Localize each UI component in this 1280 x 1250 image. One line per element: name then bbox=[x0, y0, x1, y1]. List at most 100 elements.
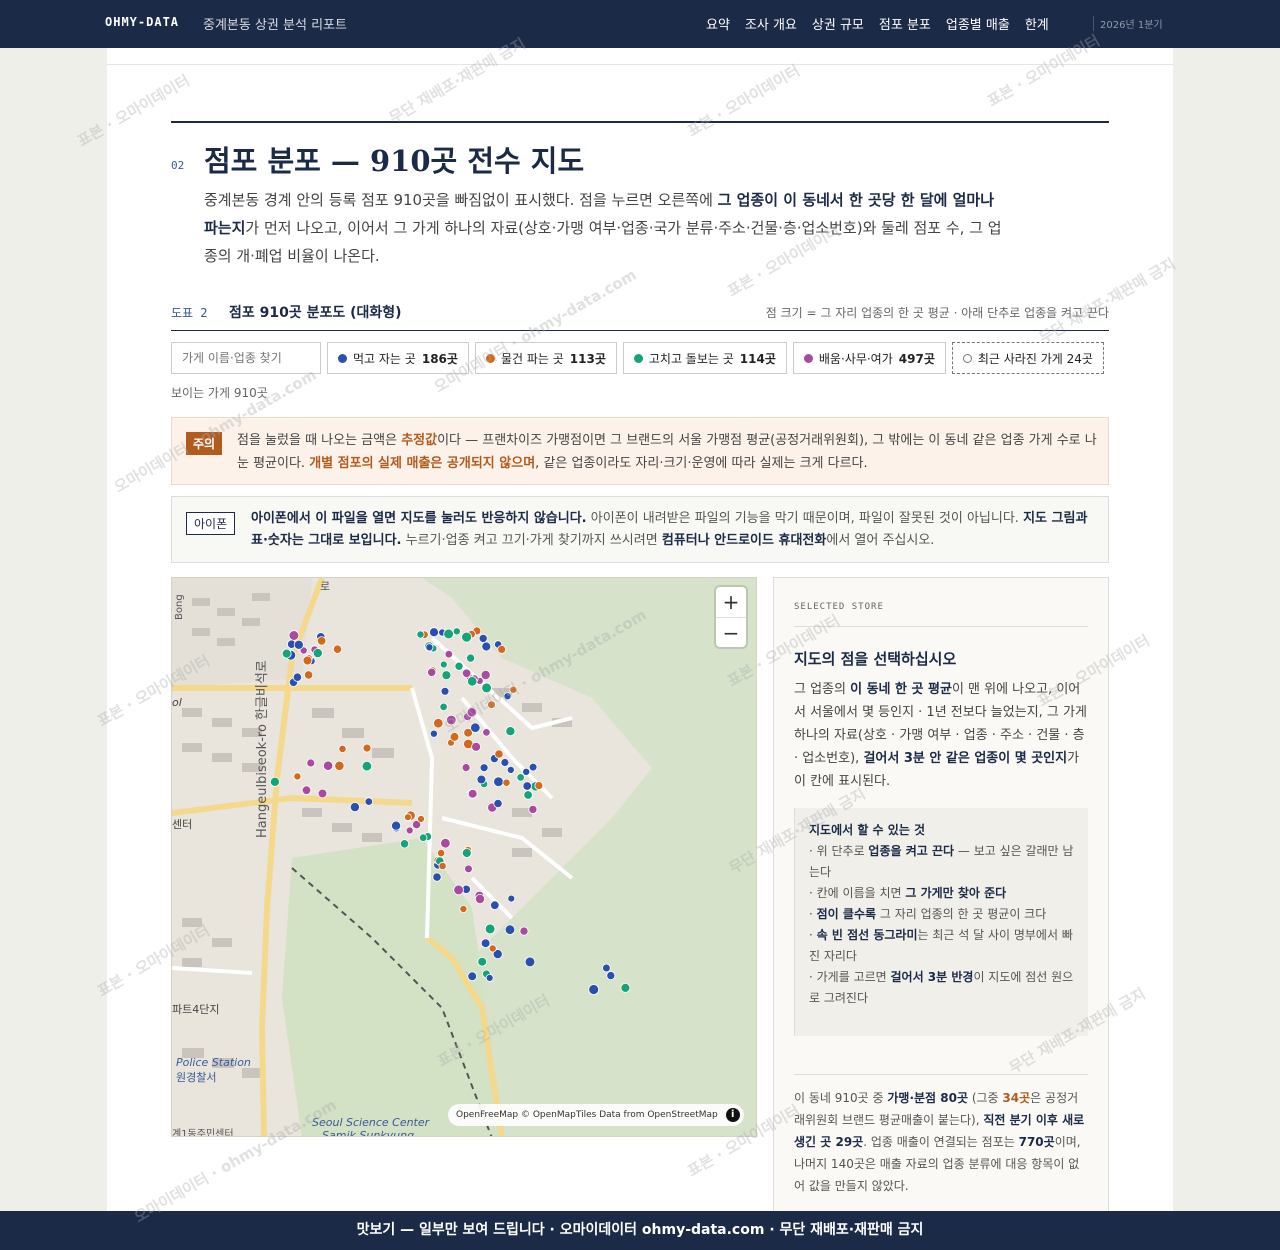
store-dot[interactable] bbox=[484, 923, 496, 935]
filter-retail-button[interactable]: 물건 파는 곳 113곳 bbox=[474, 342, 617, 374]
filter-food-lodging-button[interactable]: 먹고 자는 곳 186곳 bbox=[327, 342, 469, 374]
store-dot[interactable] bbox=[292, 672, 303, 682]
store-dot[interactable] bbox=[493, 798, 503, 809]
store-dot[interactable] bbox=[452, 627, 461, 636]
store-dot[interactable] bbox=[444, 649, 453, 659]
store-dot[interactable] bbox=[439, 660, 448, 669]
store-dot[interactable] bbox=[293, 772, 302, 781]
store-dot[interactable] bbox=[505, 726, 516, 737]
store-dot[interactable] bbox=[459, 904, 468, 913]
store-dot[interactable] bbox=[453, 884, 464, 896]
store-dot[interactable] bbox=[528, 762, 538, 772]
store-dot[interactable] bbox=[471, 741, 482, 752]
store-dot[interactable] bbox=[304, 670, 314, 680]
store-dot[interactable] bbox=[323, 760, 334, 771]
store-dot[interactable] bbox=[403, 813, 412, 822]
filter-education-office-button[interactable]: 배움·사무·여가 497곳 bbox=[792, 342, 946, 374]
store-dot[interactable] bbox=[306, 758, 316, 768]
store-dot[interactable] bbox=[464, 864, 473, 874]
store-dot[interactable] bbox=[467, 788, 478, 799]
store-dot[interactable] bbox=[466, 707, 477, 718]
store-dot[interactable] bbox=[425, 643, 434, 652]
nav-item-sales[interactable]: 업종별 매출 bbox=[946, 14, 1010, 33]
store-dot[interactable] bbox=[281, 648, 292, 659]
store-dot[interactable] bbox=[440, 838, 451, 849]
store-dot[interactable] bbox=[338, 744, 347, 753]
store-dot[interactable] bbox=[362, 743, 372, 753]
store-dot[interactable] bbox=[620, 982, 631, 993]
store-dot[interactable] bbox=[485, 973, 494, 982]
nav-item-scale[interactable]: 상권 규모 bbox=[812, 14, 864, 33]
store-dot[interactable] bbox=[417, 815, 425, 823]
store-dot[interactable] bbox=[506, 765, 515, 774]
store-dot[interactable] bbox=[502, 778, 511, 787]
store-dot[interactable] bbox=[429, 729, 438, 738]
store-dot[interactable] bbox=[427, 667, 437, 677]
store-dot[interactable] bbox=[332, 644, 343, 654]
store-dot[interactable] bbox=[504, 924, 516, 935]
store-dot[interactable] bbox=[461, 668, 472, 679]
store-dot[interactable] bbox=[438, 861, 447, 871]
store-dot[interactable] bbox=[522, 781, 532, 791]
store-dot[interactable] bbox=[301, 785, 312, 795]
store-dot[interactable] bbox=[316, 636, 327, 646]
store-dot[interactable] bbox=[461, 763, 471, 773]
nav-item-limits[interactable]: 한계 bbox=[1025, 14, 1049, 33]
store-dot[interactable] bbox=[470, 722, 481, 733]
store-dot[interactable] bbox=[288, 630, 300, 641]
store-dot[interactable] bbox=[334, 760, 345, 771]
store-dot[interactable] bbox=[474, 893, 485, 904]
store-dot[interactable] bbox=[516, 773, 525, 782]
store-dot[interactable] bbox=[478, 633, 488, 643]
store-dot[interactable] bbox=[479, 763, 489, 773]
store-dot[interactable] bbox=[416, 630, 425, 639]
filter-repair-care-button[interactable]: 고치고 돌보는 곳 114곳 bbox=[622, 342, 787, 374]
store-dot[interactable] bbox=[480, 938, 491, 949]
store-dot[interactable] bbox=[523, 790, 533, 800]
store-dot[interactable] bbox=[432, 872, 442, 882]
store-dot[interactable] bbox=[269, 776, 280, 787]
zoom-out-button[interactable]: − bbox=[716, 617, 746, 647]
store-dot[interactable] bbox=[405, 826, 414, 835]
store-dot[interactable] bbox=[440, 686, 450, 696]
store-dot[interactable] bbox=[466, 653, 476, 663]
store-dot[interactable] bbox=[528, 804, 538, 814]
store-dot[interactable] bbox=[507, 894, 516, 903]
store-dot[interactable] bbox=[477, 956, 488, 967]
store-dot[interactable] bbox=[293, 639, 304, 650]
store-dot[interactable] bbox=[494, 749, 504, 759]
attribution-link[interactable]: OpenFreeMap © OpenMapTiles Data from Ope… bbox=[456, 1110, 718, 1120]
store-dot[interactable] bbox=[449, 732, 460, 742]
store-dot[interactable] bbox=[487, 700, 496, 709]
store-dot[interactable] bbox=[391, 820, 402, 831]
store-dot[interactable] bbox=[481, 641, 492, 652]
store-dot[interactable] bbox=[534, 781, 544, 791]
store-dot[interactable] bbox=[436, 848, 446, 858]
store-dot[interactable] bbox=[524, 956, 536, 968]
store-dot[interactable] bbox=[522, 767, 531, 776]
store-dot[interactable] bbox=[500, 758, 510, 767]
store-dot[interactable] bbox=[312, 648, 323, 659]
store-dot[interactable] bbox=[493, 776, 504, 788]
store-dot[interactable] bbox=[461, 631, 473, 643]
nav-item-distribution[interactable]: 점포 분포 bbox=[879, 14, 931, 33]
store-dot[interactable] bbox=[519, 926, 529, 936]
store-dot[interactable] bbox=[497, 645, 507, 654]
store-dot[interactable] bbox=[480, 670, 491, 681]
store-dot[interactable] bbox=[482, 728, 491, 737]
store-dot[interactable] bbox=[439, 702, 448, 712]
store-dot[interactable] bbox=[349, 802, 360, 813]
store-dot[interactable] bbox=[441, 670, 452, 681]
nav-item-overview[interactable]: 조사 개요 bbox=[745, 14, 797, 33]
store-dot[interactable] bbox=[467, 971, 478, 982]
store-dot[interactable] bbox=[476, 774, 487, 785]
store-dot[interactable] bbox=[429, 627, 439, 638]
store-search-input[interactable] bbox=[171, 342, 321, 374]
nav-item-summary[interactable]: 요약 bbox=[706, 14, 730, 33]
store-dot[interactable] bbox=[433, 717, 444, 729]
store-dot[interactable] bbox=[461, 848, 472, 858]
filter-closed-stores-button[interactable]: 최근 사라진 가게 24곳 bbox=[951, 342, 1104, 374]
store-dot[interactable] bbox=[302, 655, 313, 666]
store-dot[interactable] bbox=[503, 692, 512, 701]
info-icon[interactable]: i bbox=[725, 1108, 740, 1122]
